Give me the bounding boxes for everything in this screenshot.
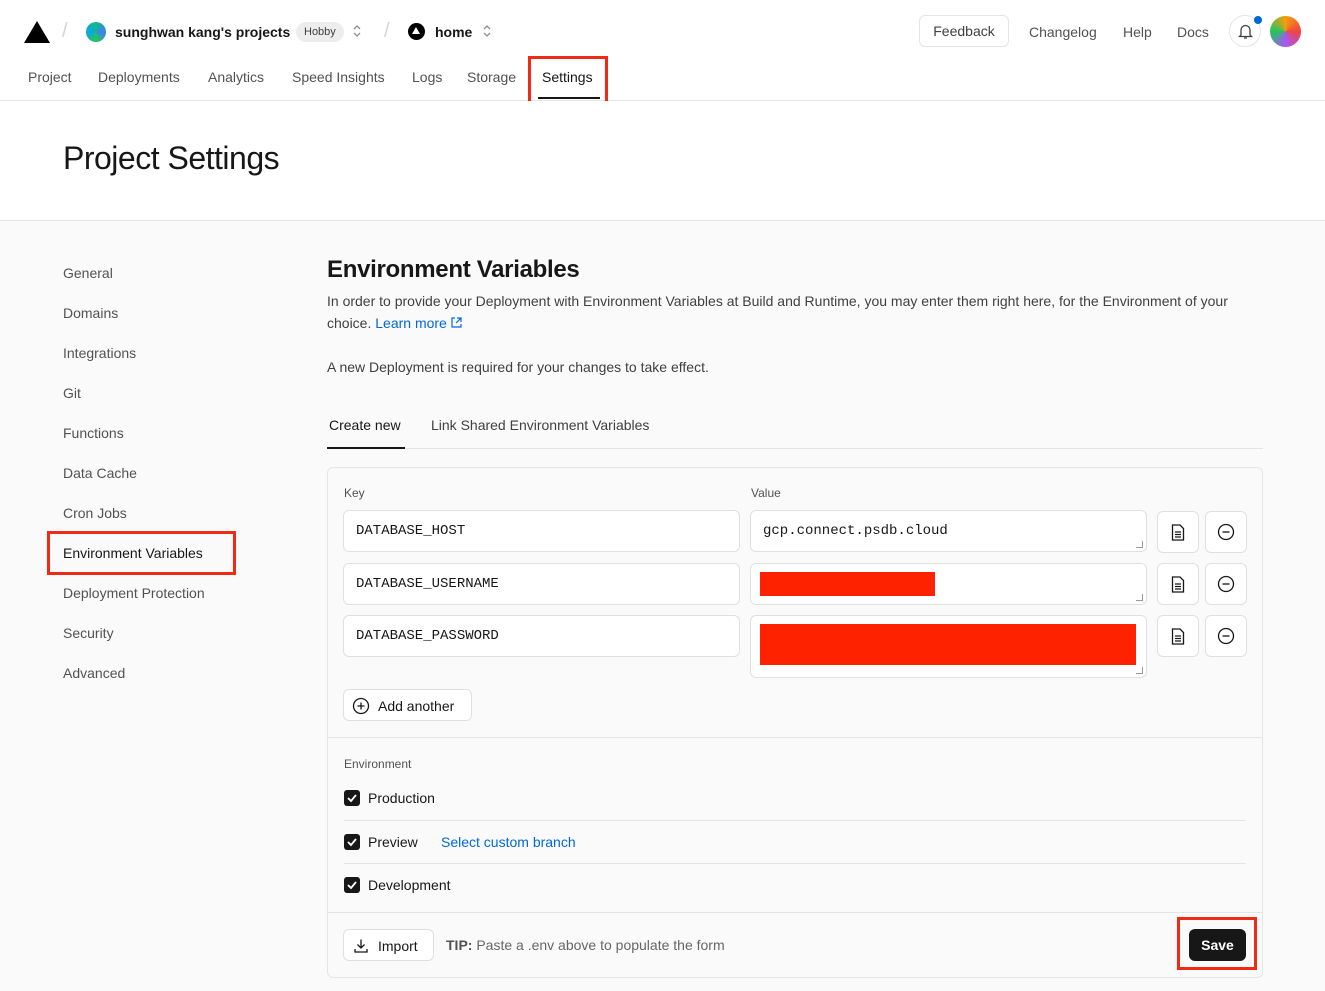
preview-checkbox[interactable] (344, 834, 360, 850)
key-input[interactable]: DATABASE_PASSWORD (343, 615, 740, 657)
docs-link[interactable]: Docs (1177, 24, 1209, 40)
preview-label[interactable]: Preview (368, 834, 418, 850)
plus-circle-icon (352, 697, 370, 715)
redaction-box (760, 572, 935, 596)
sidebar-item-security[interactable]: Security (63, 625, 114, 641)
check-icon (347, 838, 357, 847)
check-icon (347, 881, 357, 890)
minus-circle-icon (1217, 627, 1235, 645)
project-switcher-chevron-icon[interactable] (481, 23, 493, 42)
team-switcher-chevron-icon[interactable] (351, 23, 363, 42)
vercel-logo-icon[interactable] (24, 21, 50, 43)
project-name[interactable]: home (435, 24, 472, 40)
help-link[interactable]: Help (1123, 24, 1152, 40)
tab-storage[interactable]: Storage (467, 69, 516, 85)
plan-badge: Hobby (296, 22, 344, 42)
external-link-icon (451, 317, 462, 328)
production-checkbox[interactable] (344, 790, 360, 806)
tab-analytics[interactable]: Analytics (208, 69, 264, 85)
user-avatar[interactable] (1270, 16, 1301, 47)
remove-row-button[interactable] (1205, 563, 1247, 605)
document-icon (1171, 628, 1185, 645)
save-button-highlight (1177, 917, 1257, 970)
minus-circle-icon (1217, 575, 1235, 593)
file-button[interactable] (1157, 511, 1199, 553)
document-icon (1171, 576, 1185, 593)
project-icon (408, 23, 425, 40)
section-title: Environment Variables (327, 256, 580, 283)
document-icon (1171, 524, 1185, 541)
tab-speed-insights[interactable]: Speed Insights (292, 69, 385, 85)
env-row-divider (344, 863, 1246, 864)
breadcrumb-separator: / (384, 20, 390, 42)
card-divider (328, 737, 1262, 738)
value-column-label: Value (751, 486, 781, 500)
tab-deployments[interactable]: Deployments (98, 69, 180, 85)
bell-icon (1238, 24, 1253, 39)
tab-link-shared[interactable]: Link Shared Environment Variables (431, 417, 649, 433)
sidebar-item-functions[interactable]: Functions (63, 425, 124, 441)
key-input[interactable]: DATABASE_HOST (343, 510, 740, 552)
team-avatar[interactable] (86, 22, 106, 42)
check-icon (347, 794, 357, 803)
env-vars-sidebar-highlight (47, 531, 236, 575)
download-icon (354, 939, 368, 953)
team-name[interactable]: sunghwan kang's projects (115, 24, 290, 40)
remove-row-button[interactable] (1205, 615, 1247, 657)
section-description: In order to provide your Deployment with… (327, 293, 1228, 331)
remove-row-button[interactable] (1205, 511, 1247, 553)
file-button[interactable] (1157, 563, 1199, 605)
sidebar-item-general[interactable]: General (63, 265, 113, 281)
deployment-notice: A new Deployment is required for your ch… (327, 359, 709, 375)
key-column-label: Key (344, 486, 365, 500)
import-button[interactable]: Import (343, 929, 434, 961)
sidebar-item-data-cache[interactable]: Data Cache (63, 465, 137, 481)
development-checkbox[interactable] (344, 877, 360, 893)
redaction-box (760, 624, 1136, 665)
sidebar-item-cron-jobs[interactable]: Cron Jobs (63, 505, 127, 521)
sidebar-item-advanced[interactable]: Advanced (63, 665, 125, 681)
sidebar-item-domains[interactable]: Domains (63, 305, 118, 321)
notification-dot (1254, 16, 1262, 24)
env-row-divider (344, 820, 1246, 821)
value-input[interactable]: gcp.connect.psdb.cloud (750, 510, 1147, 552)
subtab-divider (327, 448, 1263, 449)
sidebar-item-integrations[interactable]: Integrations (63, 345, 136, 361)
learn-more-link[interactable]: Learn more (375, 315, 463, 331)
changelog-link[interactable]: Changelog (1029, 24, 1097, 40)
key-input[interactable]: DATABASE_USERNAME (343, 563, 740, 605)
minus-circle-icon (1217, 523, 1235, 541)
page-title: Project Settings (63, 140, 280, 176)
file-button[interactable] (1157, 615, 1199, 657)
sidebar-item-git[interactable]: Git (63, 385, 81, 401)
add-another-button[interactable]: Add another (343, 689, 472, 721)
development-label[interactable]: Development (368, 877, 451, 893)
card-divider (328, 912, 1262, 913)
tab-create-new[interactable]: Create new (329, 417, 401, 433)
active-subtab-indicator (327, 447, 405, 449)
select-custom-branch-link[interactable]: Select custom branch (441, 834, 576, 850)
top-navigation (0, 0, 1325, 101)
tab-logs[interactable]: Logs (412, 69, 442, 85)
tip-text: TIP: Paste a .env above to populate the … (446, 937, 725, 953)
feedback-button[interactable]: Feedback (919, 15, 1009, 47)
production-label[interactable]: Production (368, 790, 435, 806)
breadcrumb-separator: / (62, 20, 68, 42)
sidebar-item-deployment-protection[interactable]: Deployment Protection (63, 585, 205, 601)
environment-label: Environment (344, 757, 412, 771)
tab-project[interactable]: Project (28, 69, 72, 85)
